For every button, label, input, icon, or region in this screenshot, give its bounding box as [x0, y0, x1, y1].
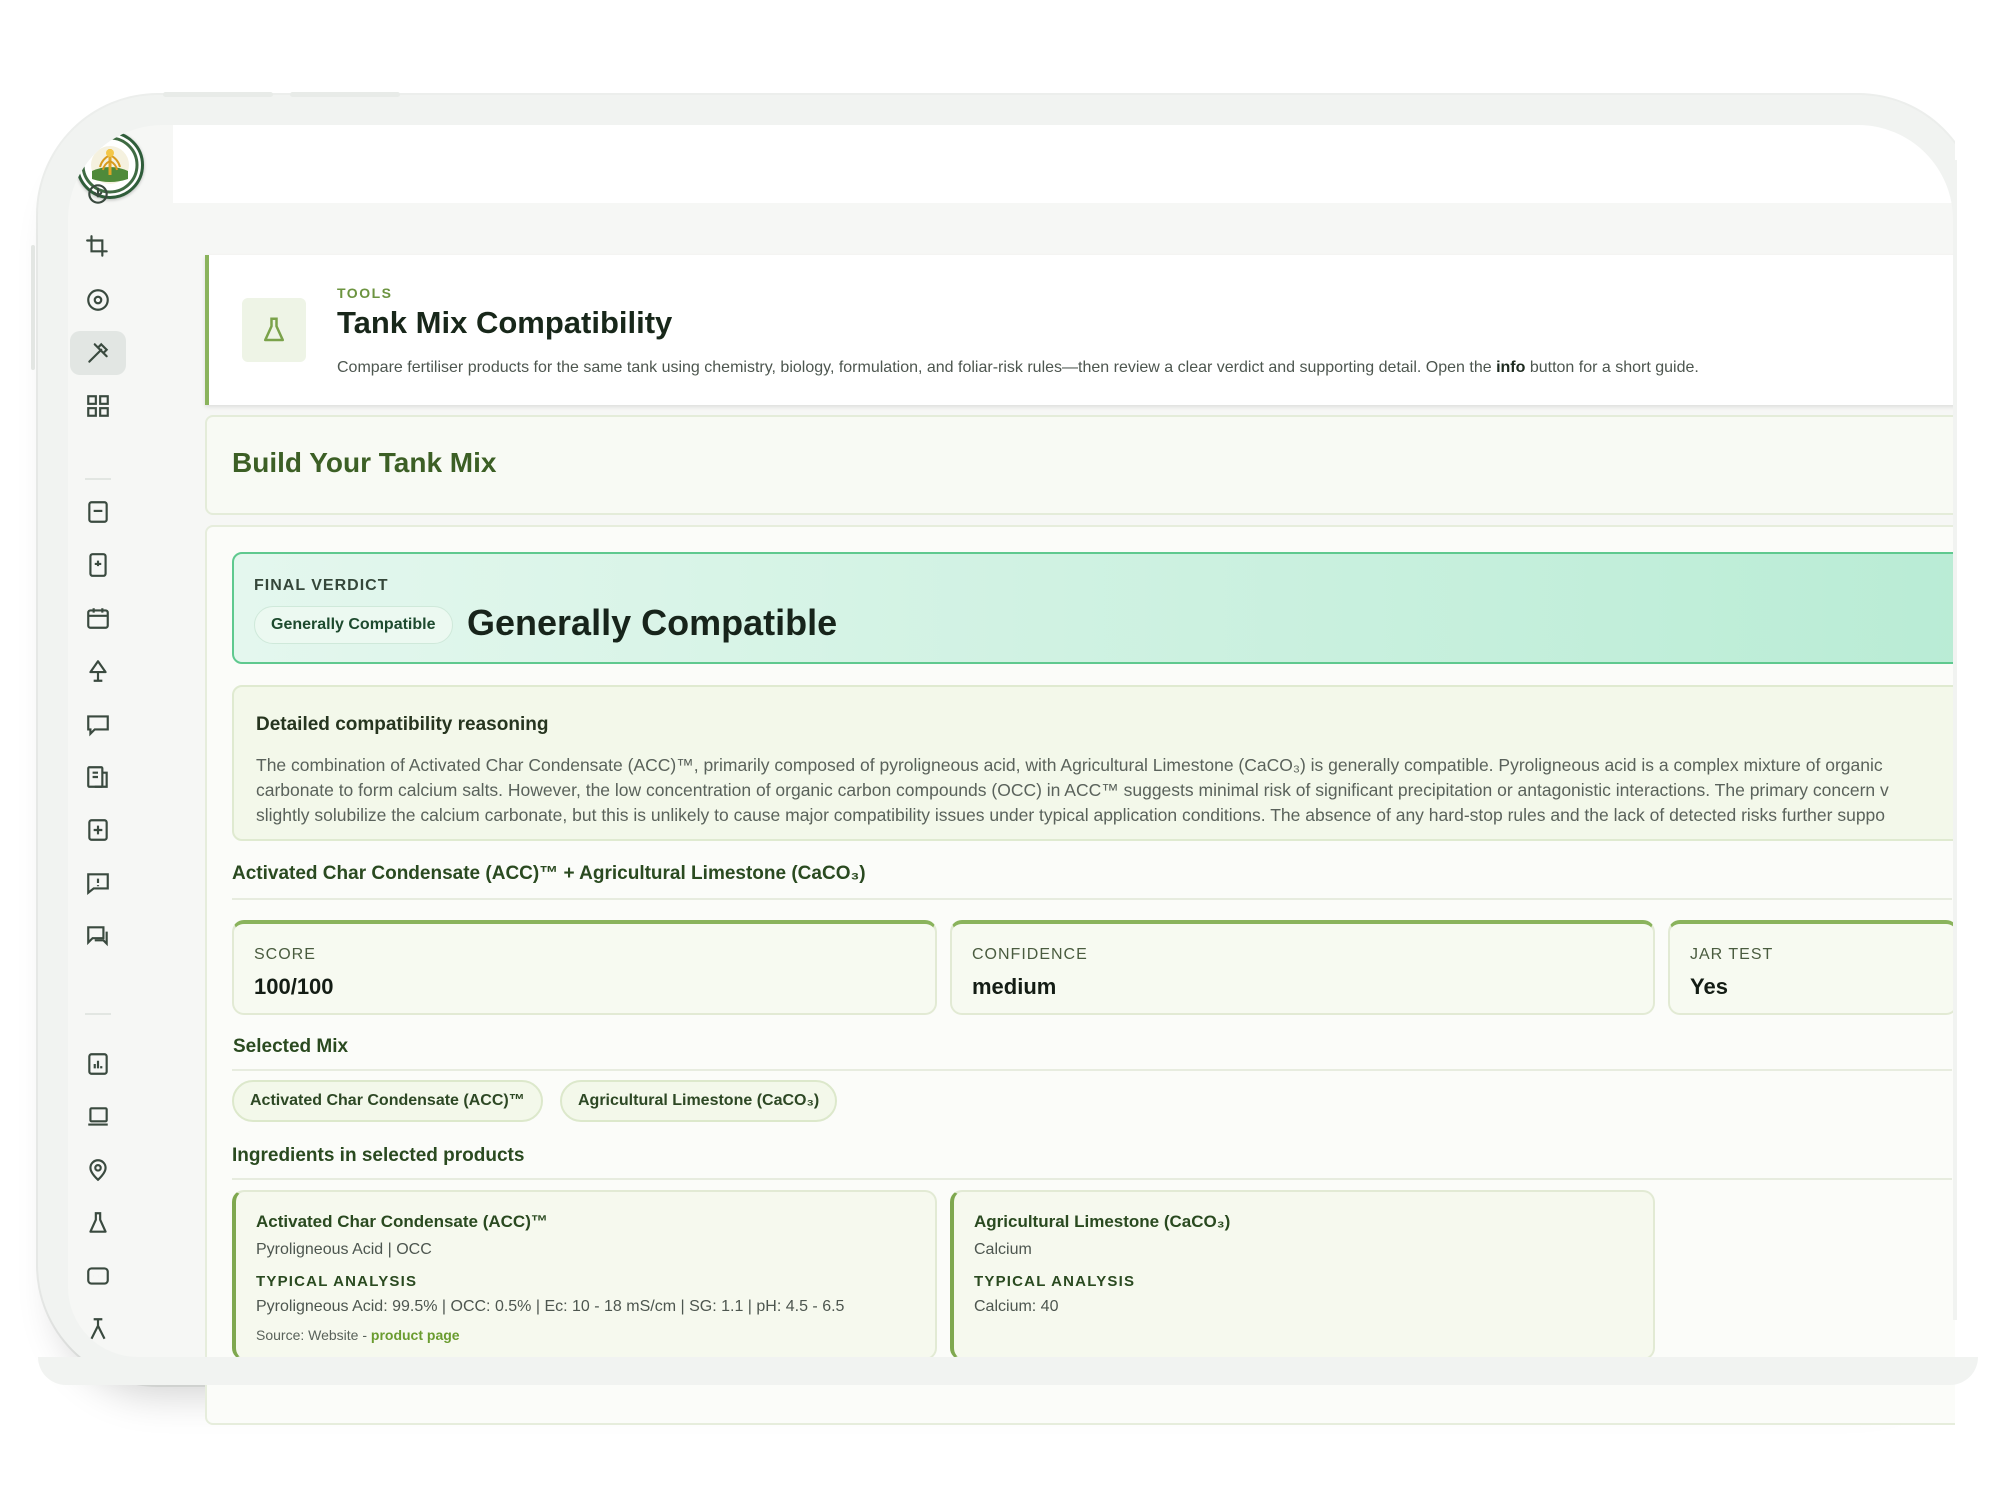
- add-doc-icon[interactable]: [70, 808, 126, 852]
- reasoning-line: The combination of Activated Char Conden…: [256, 755, 1883, 775]
- top-bar: [173, 125, 1953, 203]
- selected-mix-title: Selected Mix: [233, 1036, 349, 1057]
- reasoning-line: carbonate to form calcium salts. However…: [256, 780, 1889, 800]
- lab-icon[interactable]: [70, 1307, 126, 1351]
- location-icon[interactable]: [70, 1148, 126, 1192]
- jar-test-label: JAR TEST: [1690, 946, 1774, 963]
- final-verdict-banner: FINAL VERDICT Generally Compatible Gener…: [232, 552, 1972, 664]
- eye-icon[interactable]: [70, 278, 126, 322]
- laptop-icon[interactable]: [70, 1095, 126, 1139]
- info-keyword: info: [1496, 359, 1526, 376]
- divider: [232, 898, 1952, 900]
- sidebar-divider: [85, 478, 111, 480]
- section-eyebrow: TOOLS: [337, 285, 393, 301]
- tools-icon[interactable]: [70, 331, 126, 375]
- description-text: Compare fertiliser products for the same…: [337, 359, 1497, 376]
- report-icon[interactable]: [70, 543, 126, 587]
- mix-chip[interactable]: Activated Char Condensate (ACC)™: [232, 1080, 543, 1122]
- score-label: SCORE: [254, 946, 316, 963]
- divider: [232, 1178, 1952, 1180]
- build-mix-title: Build Your Tank Mix: [232, 447, 497, 478]
- alert-chat-icon[interactable]: [70, 861, 126, 905]
- page-description: Compare fertiliser products for the same…: [337, 359, 1699, 377]
- jar-test-card: JAR TEST Yes: [1668, 920, 1958, 1015]
- source-prefix: Source: Website -: [256, 1327, 371, 1343]
- messages-icon[interactable]: [70, 914, 126, 958]
- calendar-icon[interactable]: [70, 596, 126, 640]
- page-header-card: TOOLS Tank Mix Compatibility Compare fer…: [205, 255, 1965, 405]
- sidebar-divider: [85, 1013, 111, 1015]
- chat-bot-icon[interactable]: [70, 1254, 126, 1298]
- chat-icon[interactable]: [70, 702, 126, 746]
- combination-title: Activated Char Condensate (ACC)™ + Agric…: [232, 863, 866, 884]
- confidence-card: CONFIDENCE medium: [950, 920, 1655, 1015]
- ingredient-components: Calcium: [974, 1241, 1032, 1258]
- sidebar: [68, 125, 173, 1357]
- score-card: SCORE 100/100: [232, 920, 937, 1015]
- ingredients-title: Ingredients in selected products: [232, 1145, 525, 1166]
- ingredient-name: Activated Char Condensate (ACC)™: [256, 1212, 548, 1231]
- description-text-end: button for a short guide.: [1525, 359, 1699, 376]
- product-page-link[interactable]: product page: [371, 1327, 460, 1343]
- build-mix-card[interactable]: Build Your Tank Mix: [205, 415, 1965, 515]
- frame-bottom: [0, 1357, 2000, 1500]
- source-line: Source: Website - product page: [256, 1327, 460, 1343]
- analysis-values: Pyroligneous Acid: 99.5% | OCC: 0.5% | E…: [256, 1298, 845, 1315]
- frame-edge: [1953, 160, 1957, 1320]
- score-value: 100/100: [254, 974, 334, 999]
- verdict-title: Generally Compatible: [467, 602, 838, 643]
- mix-chip[interactable]: Agricultural Limestone (CaCO₃): [560, 1080, 838, 1122]
- notes-icon[interactable]: [70, 755, 126, 799]
- jar-test-value: Yes: [1690, 974, 1728, 999]
- verdict-badge: Generally Compatible: [254, 606, 453, 644]
- document-icon[interactable]: [70, 490, 126, 534]
- device-side-button: [31, 245, 35, 370]
- confidence-value: medium: [972, 974, 1057, 999]
- divider: [232, 1069, 1952, 1071]
- ingredient-card: Activated Char Condensate (ACC)™ Pyrolig…: [232, 1190, 937, 1360]
- analysis-label: TYPICAL ANALYSIS: [974, 1273, 1136, 1290]
- confidence-label: CONFIDENCE: [972, 946, 1088, 963]
- analysis-values: Calcium: 40: [974, 1298, 1059, 1315]
- crop-icon[interactable]: [70, 225, 126, 269]
- flask-icon: [242, 298, 306, 362]
- lab-flask-icon[interactable]: [70, 1201, 126, 1245]
- power-icon[interactable]: [70, 172, 126, 216]
- device-tab: [290, 92, 400, 97]
- ingredient-card: Agricultural Limestone (CaCO₃) Calcium T…: [950, 1190, 1655, 1360]
- verdict-label: FINAL VERDICT: [254, 577, 389, 594]
- ingredient-name: Agricultural Limestone (CaCO₃): [974, 1212, 1231, 1231]
- device-tab: [163, 92, 273, 97]
- reasoning-text: The combination of Activated Char Conden…: [256, 753, 1956, 828]
- ingredient-components: Pyroligneous Acid | OCC: [256, 1241, 432, 1258]
- device-bottom-bezel: [38, 1357, 1978, 1385]
- analysis-label: TYPICAL ANALYSIS: [256, 1273, 418, 1290]
- reasoning-line: slightly solubilize the calcium carbonat…: [256, 805, 1886, 825]
- apps-icon[interactable]: [70, 384, 126, 428]
- reasoning-title: Detailed compatibility reasoning: [256, 714, 549, 735]
- page-title: Tank Mix Compatibility: [337, 305, 673, 340]
- reasoning-panel: Detailed compatibility reasoning The com…: [232, 685, 1972, 841]
- analytics-icon[interactable]: [70, 1042, 126, 1086]
- plant-icon[interactable]: [70, 649, 126, 693]
- frame-mask: [1955, 0, 2000, 1500]
